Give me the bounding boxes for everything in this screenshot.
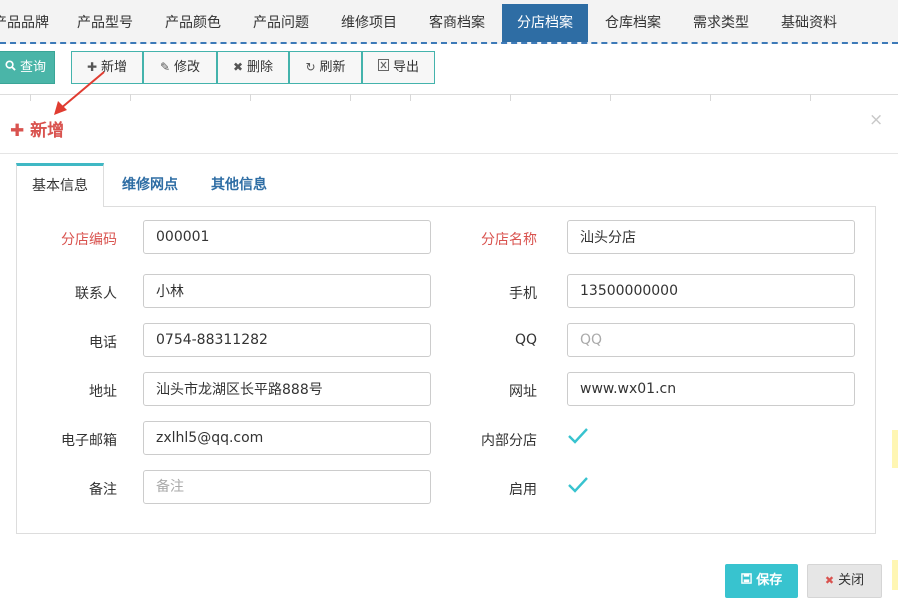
mobile-input[interactable]: [567, 274, 855, 308]
remark-label: 备注: [89, 482, 117, 498]
save-icon: [740, 573, 757, 588]
table-header-line: [0, 94, 898, 95]
tab-other-info[interactable]: 其他信息: [195, 163, 283, 207]
save-label: 保存: [756, 573, 783, 588]
tab-basic-info[interactable]: 基本信息: [16, 163, 104, 207]
close-icon: ✖: [232, 60, 244, 74]
tab-product-issue[interactable]: 产品问题: [240, 4, 322, 42]
website-input[interactable]: [567, 372, 855, 406]
remark-input[interactable]: [143, 470, 431, 504]
dialog-close-icon[interactable]: ×: [869, 110, 883, 130]
edit-icon: ✎: [159, 60, 171, 74]
qq-input[interactable]: [567, 323, 855, 357]
dialog-title: ✚ 新增: [10, 116, 64, 141]
branch-name-label: 分店名称: [481, 232, 537, 248]
dialog-header-divider: [0, 153, 898, 154]
row-highlight: [892, 430, 898, 468]
mobile-label: 手机: [509, 286, 537, 302]
phone-input[interactable]: [143, 323, 431, 357]
branch-code-label: 分店编码: [61, 232, 117, 248]
qq-label: QQ: [514, 332, 537, 348]
close-icon: ✖: [824, 574, 835, 587]
website-label: 网址: [509, 384, 537, 400]
email-label: 电子邮箱: [61, 433, 117, 449]
query-button[interactable]: 查询: [0, 51, 55, 84]
close-label: 关闭: [838, 573, 865, 588]
refresh-button[interactable]: ↻ 刷新: [289, 51, 362, 84]
email-input[interactable]: [143, 421, 431, 455]
address-label: 地址: [89, 384, 117, 400]
address-input[interactable]: [143, 372, 431, 406]
basic-info-panel: 分店编码 分店名称 联系人 手机 电话 QQ 地址 网址 电子邮箱 内部分店 备…: [16, 206, 876, 534]
search-icon: [5, 52, 16, 83]
tab-product-model[interactable]: 产品型号: [64, 4, 146, 42]
enabled-label: 启用: [509, 482, 537, 498]
phone-label: 电话: [89, 335, 117, 351]
dialog-title-text: 新增: [30, 121, 65, 141]
plus-icon: ✚: [10, 121, 25, 141]
nav-divider: [0, 42, 898, 44]
delete-button[interactable]: ✖ 删除: [217, 51, 289, 84]
edit-button[interactable]: ✎ 修改: [143, 51, 217, 84]
plus-icon: ✚: [86, 60, 98, 74]
branch-code-input[interactable]: [143, 220, 431, 254]
refresh-label: 刷新: [319, 60, 346, 75]
tab-warehouse-file[interactable]: 仓库档案: [592, 4, 674, 42]
save-button[interactable]: 保存: [725, 564, 798, 598]
contact-label: 联系人: [75, 286, 117, 302]
excel-icon: [377, 52, 389, 83]
tab-repair-sites[interactable]: 维修网点: [106, 163, 194, 207]
internal-branch-check-icon[interactable]: [567, 425, 589, 447]
tab-branch-file[interactable]: 分店档案: [502, 4, 588, 42]
contact-input[interactable]: [143, 274, 431, 308]
tab-customer-file[interactable]: 客商档案: [416, 4, 498, 42]
export-label: 导出: [392, 60, 419, 75]
edit-label: 修改: [174, 60, 201, 75]
internal-branch-label: 内部分店: [481, 433, 537, 449]
tab-demand-type[interactable]: 需求类型: [680, 4, 762, 42]
tab-product-color[interactable]: 产品颜色: [152, 4, 234, 42]
tab-basic-data[interactable]: 基础资料: [768, 4, 850, 42]
tab-product-brand[interactable]: 产品品牌: [0, 4, 50, 42]
tab-repair-item[interactable]: 维修项目: [328, 4, 410, 42]
add-label: 新增: [101, 60, 128, 75]
branch-name-input[interactable]: [567, 220, 855, 254]
add-branch-dialog: ✚ 新增 × 基本信息 维修网点 其他信息 分店编码 分店名称 联系人 手机 电…: [0, 101, 898, 613]
refresh-icon: ↻: [305, 60, 316, 74]
export-button[interactable]: 导出: [362, 51, 435, 84]
add-button[interactable]: ✚ 新增: [71, 51, 143, 84]
enabled-check-icon[interactable]: [567, 474, 589, 496]
top-nav: 产品品牌 产品型号 产品颜色 产品问题 维修项目 客商档案 分店档案 仓库档案 …: [0, 0, 898, 44]
toolbar: 查询 ✚ 新增 ✎ 修改 ✖ 删除 ↻ 刷新 导出: [0, 45, 898, 95]
close-button[interactable]: ✖ 关闭: [807, 564, 882, 598]
row-highlight: [892, 560, 898, 590]
delete-label: 删除: [247, 60, 274, 75]
query-label: 查询: [19, 60, 46, 75]
